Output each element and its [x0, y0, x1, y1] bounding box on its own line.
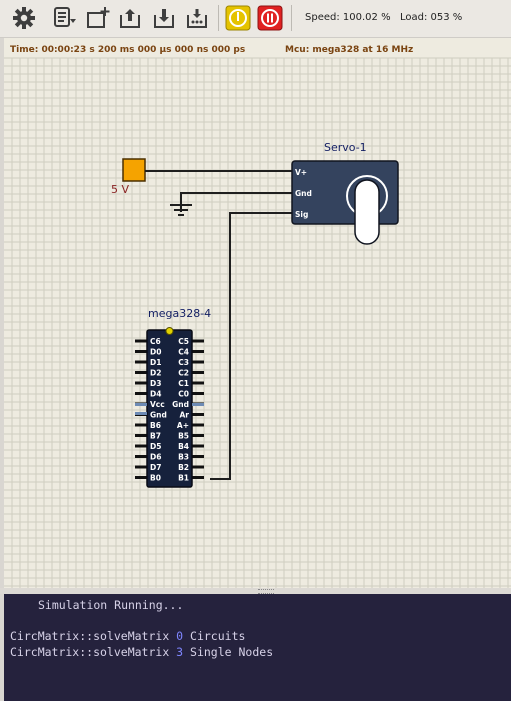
mcu-left-pin-label: C6: [150, 337, 161, 346]
circuit-canvas[interactable]: 5 V Servo-1 V+ Gnd Sig mega328-4 C6 D0 D1 D…: [4, 38, 511, 588]
settings-button[interactable]: [10, 4, 38, 32]
power-icon: [225, 5, 251, 31]
new-circuit-button[interactable]: [84, 4, 112, 32]
console-line-text: CircMatrix::solveMatrix: [10, 645, 177, 659]
console-line: CircMatrix::solveMatrix 3 Single Nodes: [10, 645, 273, 659]
speed-label: Speed: 100.02 %: [305, 12, 391, 23]
canvas-grid: [4, 57, 511, 588]
mcu-vcc-pin-highlight: [135, 403, 147, 406]
mcu-info-label: Mcu: mega328 at 16 MHz: [285, 45, 413, 55]
load-label: Load: 053 %: [400, 12, 463, 23]
mcu-right-pin-label: C4: [178, 348, 189, 357]
mcu-left-pin-label: D3: [150, 379, 161, 388]
voltage-source-body[interactable]: [122, 158, 146, 182]
pause-button[interactable]: [256, 4, 284, 32]
mcu-right-pin-label: C5: [178, 337, 189, 346]
mcu-right-pin-label: Gnd: [172, 400, 189, 409]
mcu-gnd-pin-highlight: [135, 412, 147, 415]
mcu-right-pin-label: Ar: [179, 411, 189, 420]
open-folder-icon: [120, 9, 140, 28]
mcu-left-pin-label: Gnd: [150, 411, 167, 420]
simulation-time-label: Time: 00:00:23 s 200 ms 000 µs 000 ns 00…: [10, 45, 245, 55]
mcu-left-pin-label: B6: [150, 421, 161, 430]
new-circuit-icon: [87, 7, 110, 28]
mcu-left-pin-label: D0: [150, 348, 161, 357]
mcu-right-pin-label: A+: [177, 421, 189, 430]
servo-label: Servo-1: [324, 141, 367, 154]
open-circuit-button[interactable]: [117, 4, 145, 32]
mcu-component[interactable]: mega328-4 C6D0D1D2D3D4VccGndB6B7D5D6D7B0…: [135, 307, 211, 488]
mcu-right-pin-label: C0: [178, 390, 189, 399]
mcu-label: mega328-4: [148, 307, 211, 320]
console-line-suffix: Circuits: [183, 629, 246, 643]
mcu-right-pin-label: C1: [178, 379, 189, 388]
mcu-right-pin-label: B4: [178, 442, 189, 451]
mcu-left-pin-label: D2: [150, 369, 161, 378]
servo-pin-vplus: V+: [295, 168, 307, 177]
console-line-suffix: Single Nodes: [183, 645, 274, 659]
toolbar-separator: [291, 5, 292, 31]
mcu-left-pin-label: D7: [150, 463, 161, 472]
servo-pin-sig: Sig: [295, 210, 308, 219]
mcu-left-pin-label: B7: [150, 432, 161, 441]
mcu-left-pin-label: B0: [150, 474, 161, 483]
mcu-notch: [165, 327, 174, 335]
power-button[interactable]: [224, 4, 252, 32]
console-line-text: CircMatrix::solveMatrix: [10, 629, 177, 643]
mcu-gnd-right-pin-highlight: [192, 403, 204, 406]
mcu-left-pin-label: D5: [150, 442, 161, 451]
console-status: Simulation Running...: [38, 598, 184, 612]
toolbar-separator: [218, 5, 219, 31]
circuit-menu-button[interactable]: [51, 4, 79, 32]
mcu-left-pin-label: D6: [150, 453, 161, 462]
mcu-right-pin-label: B5: [178, 432, 189, 441]
mcu-left-pin-label: Vcc: [150, 400, 165, 409]
mcu-right-pin-label: C2: [178, 369, 189, 378]
mcu-right-pin-label: B3: [178, 453, 189, 462]
mcu-right-pin-label: C3: [178, 358, 189, 367]
mcu-right-pin-label: B1: [178, 474, 189, 483]
circuit-menu-icon: [54, 7, 76, 27]
servo-horn: [354, 179, 380, 245]
save-circuit-button[interactable]: [151, 4, 179, 32]
mcu-left-pin-label: D1: [150, 358, 161, 367]
toolbar: Speed: 100.02 % Load: 053 %: [0, 0, 511, 38]
gear-icon: [13, 7, 35, 29]
save-folder-icon: [154, 9, 174, 28]
schematic[interactable]: 5 V Servo-1 V+ Gnd Sig mega328-4 C6 D0D1 D…: [4, 38, 511, 588]
voltage-source-label: 5 V: [111, 183, 129, 196]
mcu-left-pin-label: D4: [150, 390, 161, 399]
mcu-right-pin-label: B2: [178, 463, 189, 472]
save-as-icon: [187, 9, 207, 28]
save-as-button[interactable]: [184, 4, 212, 32]
pause-icon: [257, 5, 283, 31]
console-output: Simulation Running... CircMatrix::solveM…: [4, 594, 511, 701]
servo-pin-gnd: Gnd: [295, 189, 312, 198]
console-line: CircMatrix::solveMatrix 0 Circuits: [10, 629, 245, 643]
